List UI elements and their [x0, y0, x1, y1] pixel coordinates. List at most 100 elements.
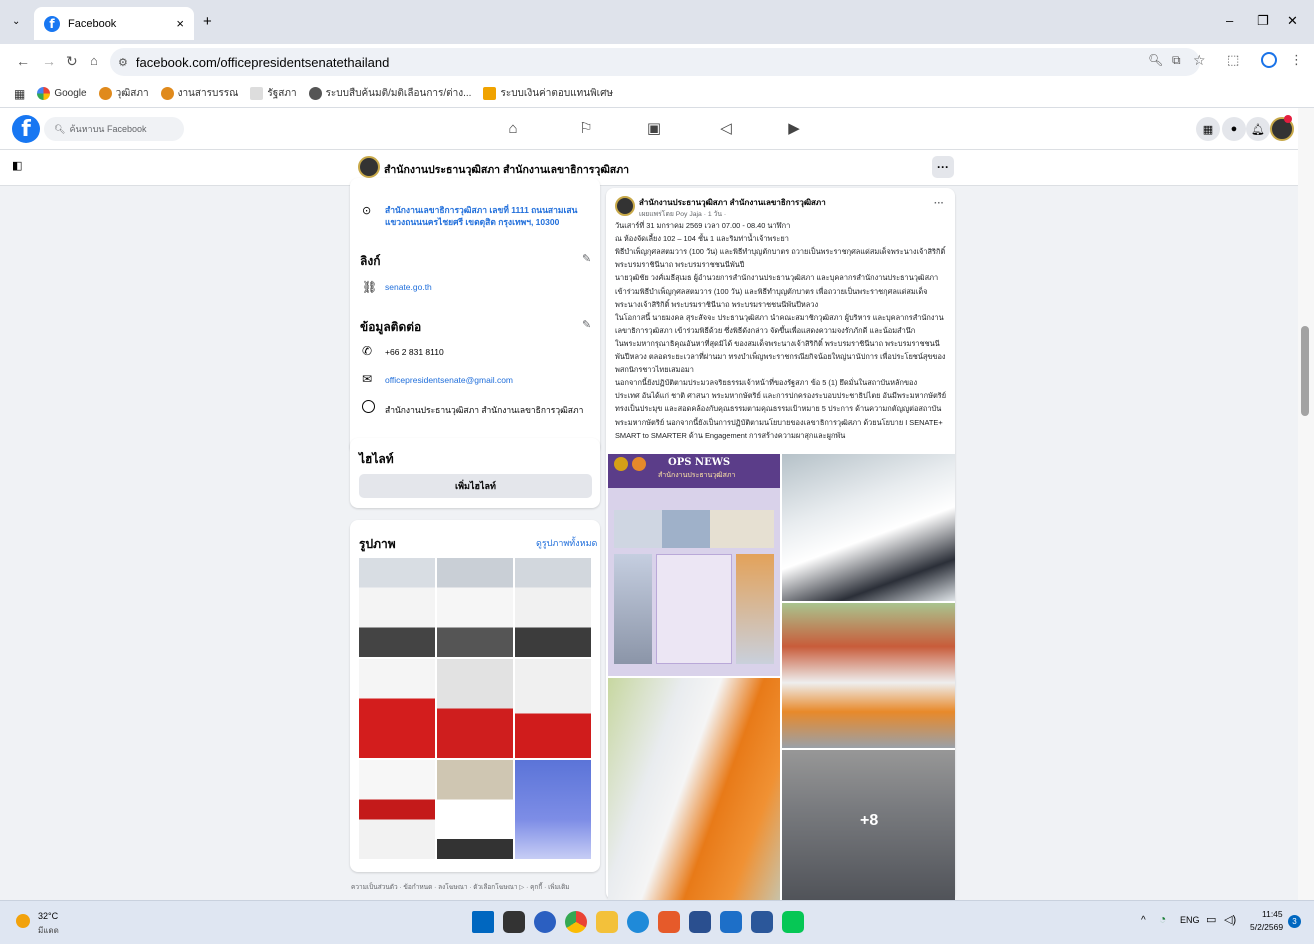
menu-grid-icon[interactable]: ▦ — [1196, 117, 1220, 141]
taskview-icon[interactable] — [503, 911, 525, 933]
scrollbar-thumb[interactable] — [1301, 326, 1309, 416]
notifications-bell-icon[interactable]: 🔔︎ — [1246, 117, 1270, 141]
photo-thumbnail[interactable] — [515, 659, 591, 758]
app-icon-3[interactable] — [720, 911, 742, 933]
extensions-icon[interactable]: ⬚ — [1227, 52, 1239, 68]
photo-thumbnail[interactable] — [515, 760, 591, 859]
tab-close-icon[interactable]: × — [176, 16, 184, 31]
page-more-button[interactable]: ··· — [932, 156, 954, 178]
back-arrow-icon[interactable]: ← — [16, 53, 30, 69]
marketplace-icon[interactable]: ▣ — [644, 119, 664, 139]
contact-header: ข้อมูลติดต่อ — [360, 320, 422, 334]
reload-icon[interactable]: ↻ — [66, 53, 78, 70]
google-icon — [37, 87, 51, 100]
photo-thumbnail[interactable] — [359, 558, 435, 657]
post-photo-monks-line[interactable] — [782, 603, 955, 748]
pages-flag-icon[interactable]: ⚐ — [576, 119, 596, 139]
weather-temp[interactable]: 32°C — [38, 911, 58, 921]
chat-icon[interactable] — [534, 911, 556, 933]
video-icon[interactable]: ▶ — [784, 119, 804, 139]
post-text-line: นอกจากนี้ยังปฏิบัติตามประมวลจริยธรรมเจ้า… — [615, 378, 918, 388]
photo-thumbnail[interactable] — [359, 659, 435, 758]
photos-header: รูปภาพ — [359, 537, 396, 551]
file-explorer-icon[interactable] — [596, 911, 618, 933]
messenger-icon[interactable]: ● — [1222, 117, 1246, 141]
post-photo-officials-seated[interactable] — [782, 454, 955, 601]
edge-icon[interactable] — [627, 911, 649, 933]
edit-contact-pencil-icon[interactable]: ✎ — [582, 318, 591, 331]
minimize-button[interactable]: – — [1226, 13, 1233, 28]
start-windows-icon[interactable] — [472, 911, 494, 933]
bookmark-parliament[interactable]: รัฐสภา — [250, 86, 297, 101]
word-icon[interactable] — [751, 911, 773, 933]
chrome-icon[interactable] — [565, 911, 587, 933]
close-window-button[interactable]: ✕ — [1287, 13, 1298, 29]
phone-icon: ✆ — [362, 344, 373, 358]
post-photo-alms-offering[interactable] — [608, 678, 780, 900]
post-text-line: พันปีหลวง ตลอดระยะเวลาที่ผ่านมา ทรงบำเพ็… — [615, 352, 946, 361]
zoom-icon[interactable]: 🔍︎ — [1148, 53, 1163, 67]
website-link[interactable]: senate.go.th — [385, 282, 432, 292]
monitor-icon[interactable]: ▭ — [1206, 913, 1216, 926]
see-all-photos-link[interactable]: ดูรูปภาพทั้งหมด — [536, 536, 597, 550]
post-photo-news-poster[interactable]: OPS NEWS สำนักงานประธานวุฒิสภา — [608, 454, 780, 676]
facebook-favicon-icon: f — [44, 15, 60, 32]
notification-badge[interactable]: 3 — [1288, 915, 1301, 928]
search-placeholder: ค้นหาบน Facebook — [69, 124, 147, 134]
messenger-name[interactable]: สำนักงานประธานวุฒิสภา สำนักงานเลขาธิการว… — [385, 403, 583, 417]
site-info-icon[interactable]: ⚙ — [118, 56, 128, 69]
home-icon[interactable]: ⌂ — [90, 53, 98, 68]
post-author-avatar[interactable] — [615, 196, 635, 216]
tray-chevron-icon[interactable]: ^ — [1141, 915, 1146, 926]
add-highlight-button[interactable]: เพิ่มไฮไลท์ — [359, 474, 592, 498]
photo-thumbnail[interactable] — [437, 659, 513, 758]
email-link[interactable]: officepresidentsenate@gmail.com — [385, 375, 513, 385]
page-scrollbar[interactable] — [1298, 108, 1314, 900]
bookmark-payment-system[interactable]: ระบบเงินค่าตอบแทนพิเศษ — [483, 86, 613, 101]
edit-links-pencil-icon[interactable]: ✎ — [582, 252, 591, 265]
address-bar[interactable]: ⚙ facebook.com/officepresidentsenatethai… — [110, 48, 1200, 76]
bookmark-star-icon[interactable]: ☆ — [1193, 52, 1206, 69]
footer-links[interactable]: ความเป็นส่วนตัว · ข้อกำหนด · ลงโฆษณา · ต… — [351, 882, 601, 892]
photo-thumbnail[interactable] — [515, 558, 591, 657]
weather-sun-icon[interactable] — [16, 914, 30, 928]
speaker-icon[interactable]: ◁) — [1224, 913, 1236, 926]
tab-facebook[interactable]: f Facebook × — [34, 7, 194, 40]
clock-time[interactable]: 11:45 — [1262, 909, 1283, 919]
bookmark-search-system[interactable]: ระบบสืบค้นมติ/มติเลือนการ/ต่าง... — [308, 86, 471, 101]
forward-arrow-icon[interactable]: → — [42, 53, 56, 69]
post-photo-more[interactable]: +8 — [782, 750, 955, 900]
page-name[interactable]: สำนักงานประธานวุฒิสภา สำนักงานเลขาธิการว… — [384, 161, 629, 178]
new-tab-button[interactable]: + — [203, 13, 212, 30]
bookmark-senate[interactable]: วุฒิสภา — [98, 86, 149, 101]
language-indicator[interactable]: ENG — [1180, 915, 1200, 925]
bookmark-saraban[interactable]: งานสารบรรณ — [160, 86, 238, 101]
apps-grid-icon[interactable]: ▦ — [14, 87, 25, 101]
post-more-button[interactable]: ··· — [934, 198, 944, 209]
line-icon[interactable] — [782, 911, 804, 933]
switch-profile-icon[interactable]: ◧ — [12, 159, 22, 172]
messenger-contact-icon — [362, 400, 375, 413]
facebook-logo-icon[interactable]: f — [12, 115, 40, 143]
bookmark-google[interactable]: Google — [37, 87, 87, 100]
home-nav-icon[interactable]: ⌂ — [503, 119, 523, 139]
network-icon[interactable]: ◔ — [1159, 912, 1166, 926]
tab-search-icon[interactable]: ⌄ — [12, 16, 20, 27]
menu-kebab-icon[interactable]: ⋮ — [1290, 52, 1303, 68]
notification-dot — [1284, 115, 1292, 123]
photo-thumbnail[interactable] — [437, 760, 513, 859]
cast-icon[interactable]: ⧉ — [1172, 53, 1181, 68]
clock-date[interactable]: 5/2/2569 — [1250, 922, 1283, 932]
app-icon-1[interactable] — [658, 911, 680, 933]
link-icon: ⛓ — [362, 280, 378, 294]
profile-icon[interactable] — [1261, 52, 1277, 68]
post-text-line: ในพระมหากรุณาธิคุณอันหาที่สุดมิได้ ของสม… — [615, 338, 940, 348]
app-icon-2[interactable] — [689, 911, 711, 933]
address-link[interactable]: สำนักงานเลขาธิการวุฒิสภา เลขที่ 1111 ถนน… — [385, 204, 595, 228]
photo-thumbnail[interactable] — [359, 760, 435, 859]
facebook-search-input[interactable]: 🔍︎ ค้นหาบน Facebook — [44, 117, 184, 141]
ads-megaphone-icon[interactable]: ◁ — [716, 119, 736, 139]
maximize-button[interactable]: ❐ — [1257, 13, 1269, 29]
page-avatar[interactable] — [358, 156, 380, 178]
photo-thumbnail[interactable] — [437, 558, 513, 657]
